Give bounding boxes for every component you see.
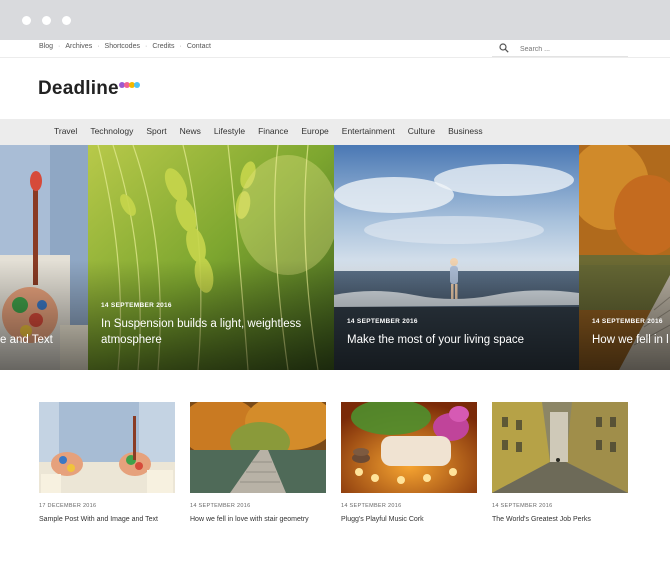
slide-painter[interactable]: e and Text xyxy=(0,145,88,370)
slide-date: 14 SEPTEMBER 2016 xyxy=(347,318,418,325)
nav-item-business[interactable]: Business xyxy=(448,126,483,136)
search-icon[interactable] xyxy=(499,43,509,53)
slide-date: 14 SEPTEMBER 2016 xyxy=(101,302,172,309)
search-input[interactable] xyxy=(520,43,620,55)
toplink-credits[interactable]: Credits xyxy=(152,43,174,50)
slide-title[interactable]: In Suspension builds a light, weightless… xyxy=(101,316,301,348)
post-thumbnail[interactable] xyxy=(341,402,477,493)
post-card[interactable]: 17 DECEMBER 2016 Sample Post With and Im… xyxy=(39,402,175,523)
slide-title[interactable]: e and Text xyxy=(0,332,53,348)
search-box xyxy=(492,41,628,57)
slide-shade xyxy=(579,260,670,370)
nav-item-finance[interactable]: Finance xyxy=(258,126,288,136)
window-dot xyxy=(42,16,51,25)
slide-date: 14 SEPTEMBER 2016 xyxy=(592,318,663,325)
post-thumbnail[interactable] xyxy=(492,402,628,493)
post-title[interactable]: Sample Post With and Image and Text xyxy=(39,516,158,523)
slide-autumn[interactable]: 14 SEPTEMBER 2016 How we fell in l xyxy=(579,145,670,370)
browser-chrome xyxy=(0,0,670,40)
toplink-blog[interactable]: Blog xyxy=(39,43,53,50)
top-links: Blog · Archives · Shortcodes · Credits ·… xyxy=(39,43,211,50)
post-image xyxy=(492,402,628,493)
separator: · xyxy=(97,43,100,50)
slide-sea[interactable]: 14 SEPTEMBER 2016 Make the most of your … xyxy=(334,145,579,370)
slide-title-line: In Suspension builds a light, weightless xyxy=(101,318,302,330)
post-thumbnail[interactable] xyxy=(39,402,175,493)
toplink-archives[interactable]: Archives xyxy=(65,43,92,50)
site-title[interactable]: Deadline xyxy=(38,78,119,100)
slide-title[interactable]: How we fell in l xyxy=(592,332,669,348)
post-title[interactable]: The World's Greatest Job Perks xyxy=(492,516,591,523)
featured-slider: e and Text 14 SEPTEMBER 2016 In Suspensi… xyxy=(0,145,670,370)
logo-dots-icon xyxy=(119,82,140,88)
top-bar: Blog · Archives · Shortcodes · Credits ·… xyxy=(0,40,670,58)
slide-shade xyxy=(0,260,88,370)
post-date: 14 SEPTEMBER 2016 xyxy=(341,503,402,509)
nav-item-technology[interactable]: Technology xyxy=(90,126,133,136)
post-date: 14 SEPTEMBER 2016 xyxy=(492,503,553,509)
post-image xyxy=(190,402,326,493)
slide-title[interactable]: Make the most of your living space xyxy=(347,332,524,348)
nav-item-culture[interactable]: Culture xyxy=(408,126,435,136)
post-title[interactable]: How we fell in love with stair geometry xyxy=(190,516,309,523)
slide-title-line: atmosphere xyxy=(101,334,162,346)
post-card[interactable]: 14 SEPTEMBER 2016 How we fell in love wi… xyxy=(190,402,326,523)
nav-item-travel[interactable]: Travel xyxy=(54,126,77,136)
window-dot xyxy=(62,16,71,25)
post-date: 17 DECEMBER 2016 xyxy=(39,503,97,509)
toplink-shortcodes[interactable]: Shortcodes xyxy=(105,43,140,50)
nav-item-entertainment[interactable]: Entertainment xyxy=(342,126,395,136)
slide-wheat[interactable]: 14 SEPTEMBER 2016 In Suspension builds a… xyxy=(88,145,334,370)
post-title[interactable]: Plugg's Playful Music Cork xyxy=(341,516,424,523)
separator: · xyxy=(144,43,148,50)
window-dot xyxy=(22,16,31,25)
separator: · xyxy=(179,43,182,50)
nav-item-lifestyle[interactable]: Lifestyle xyxy=(214,126,245,136)
nav-item-europe[interactable]: Europe xyxy=(301,126,328,136)
main-nav: Travel Technology Sport News Lifestyle F… xyxy=(0,119,670,145)
slide-shade xyxy=(334,260,579,370)
slide-shade xyxy=(88,260,334,370)
separator: · xyxy=(58,43,61,50)
nav-item-news[interactable]: News xyxy=(180,126,201,136)
post-thumbnail[interactable] xyxy=(190,402,326,493)
post-card[interactable]: 14 SEPTEMBER 2016 Plugg's Playful Music … xyxy=(341,402,477,523)
post-card[interactable]: 14 SEPTEMBER 2016 The World's Greatest J… xyxy=(492,402,628,523)
nav-item-sport[interactable]: Sport xyxy=(146,126,166,136)
post-image xyxy=(341,402,477,493)
post-date: 14 SEPTEMBER 2016 xyxy=(190,503,251,509)
toplink-contact[interactable]: Contact xyxy=(187,43,211,50)
post-image xyxy=(39,402,175,493)
